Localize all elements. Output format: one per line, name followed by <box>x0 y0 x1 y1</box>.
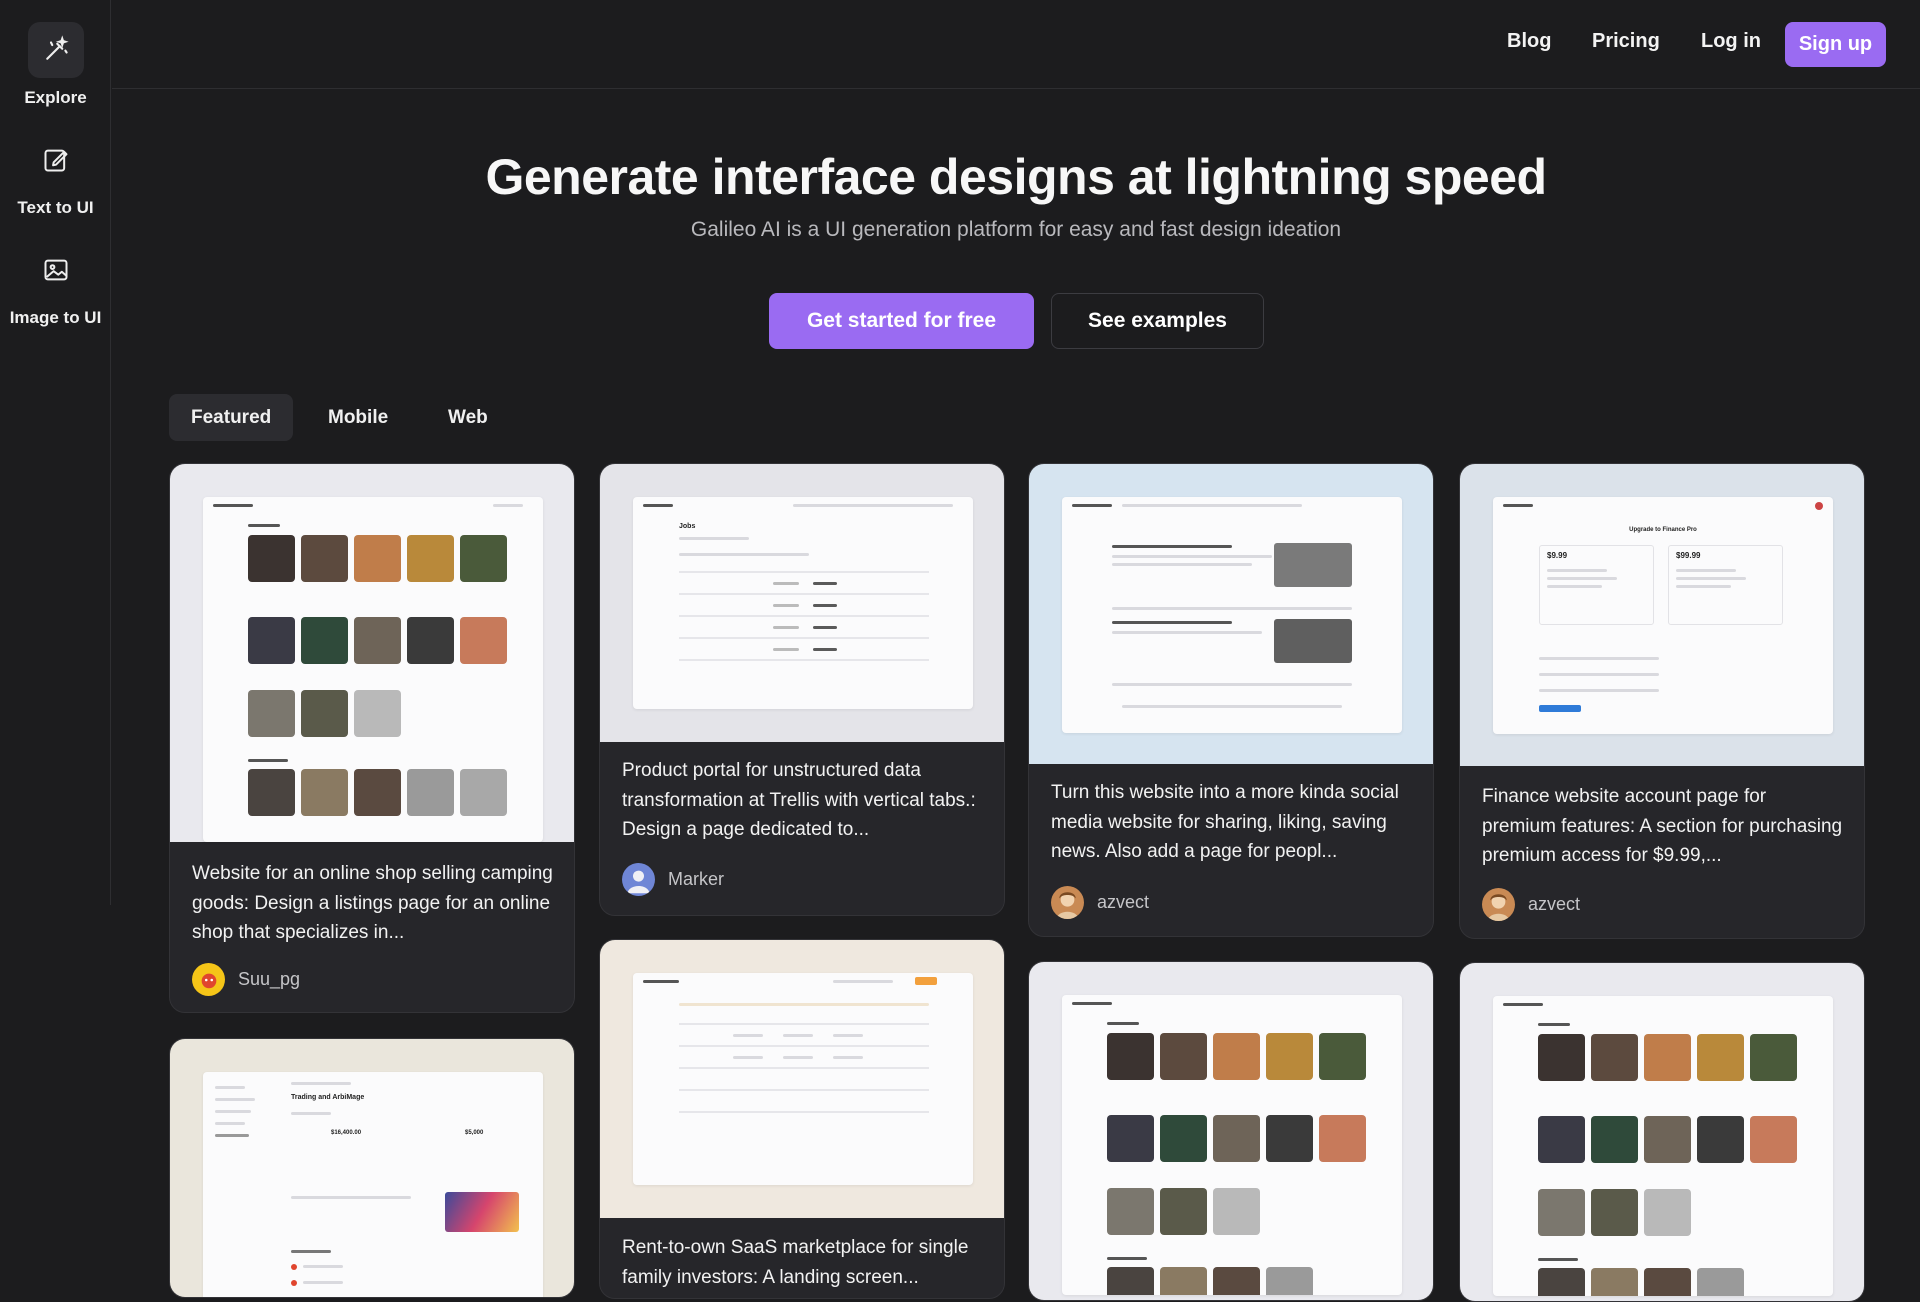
preview-value: $16,400.00 <box>331 1130 362 1136</box>
tab-featured[interactable]: Featured <box>169 394 294 441</box>
sidebar: Explore Text to UI Image to UI <box>0 0 111 905</box>
hero-title: Generate interface designs at lightning … <box>485 149 1547 205</box>
design-card-trading[interactable]: Trading and ArbiMage $16,400.00 $5,000 <box>169 1038 575 1298</box>
preview-page <box>1062 497 1402 733</box>
sidebar-item-label: Image to UI <box>9 308 102 327</box>
sidebar-item-text-to-ui[interactable]: Text to UI <box>0 132 111 218</box>
design-card-finance-account[interactable]: Upgrade to Finance Pro $9.99 $99.99 Fina… <box>1459 463 1865 939</box>
card-description: Website for an online shop selling campi… <box>192 863 553 943</box>
get-started-button[interactable]: Get started for free <box>769 293 1034 349</box>
card-preview-image: Trading and ArbiMage $16,400.00 $5,000 <box>170 1039 574 1297</box>
avatar <box>622 863 655 896</box>
design-card-camping-shop[interactable]: Website for an online shop selling campi… <box>169 463 575 1013</box>
card-author: Suu_pg <box>192 963 300 996</box>
edit-icon <box>28 132 84 188</box>
image-icon <box>28 242 84 298</box>
card-author: Marker <box>622 863 724 896</box>
design-card-social-news[interactable]: Turn this website into a more kinda soci… <box>1028 463 1434 937</box>
design-card-camping-shop-3[interactable] <box>1459 962 1865 1302</box>
preview-heading: Jobs <box>679 523 696 530</box>
card-preview-image <box>600 940 1004 1218</box>
sidebar-item-label: Explore <box>24 88 87 107</box>
signup-button[interactable]: Sign up <box>1785 22 1886 67</box>
card-description: Product portal for unstructured data tra… <box>622 760 976 840</box>
avatar <box>1482 888 1515 921</box>
sidebar-item-image-to-ui[interactable]: Image to UI <box>0 242 111 328</box>
preview-price: $9.99 <box>1547 551 1568 560</box>
author-name: Marker <box>668 869 725 889</box>
preview-page <box>1062 995 1402 1295</box>
nav-link-login[interactable]: Log in <box>1701 30 1761 53</box>
card-author: azvect <box>1051 886 1149 919</box>
magic-wand-icon <box>27 22 84 78</box>
preview-page <box>633 973 973 1185</box>
card-preview-image <box>1460 963 1864 1301</box>
preview-heading: Trading and ArbiMage <box>291 1094 365 1101</box>
card-preview-image <box>1029 464 1433 764</box>
preview-page: Trading and ArbiMage $16,400.00 $5,000 <box>203 1072 543 1297</box>
preview-page <box>203 497 543 842</box>
card-preview-image: Jobs <box>600 464 1004 742</box>
sidebar-item-label: Text to UI <box>17 198 94 217</box>
see-examples-button[interactable]: See examples <box>1051 293 1264 349</box>
card-description: Finance website account page for premium… <box>1482 786 1843 866</box>
preview-price: $99.99 <box>1676 551 1701 560</box>
design-card-camping-shop-2[interactable] <box>1028 961 1434 1301</box>
card-description: Turn this website into a more kinda soci… <box>1051 782 1399 862</box>
nav-link-blog[interactable]: Blog <box>1507 30 1551 53</box>
sidebar-item-explore[interactable]: Explore <box>0 22 111 108</box>
design-card-rent-to-own[interactable]: Rent-to-own SaaS marketplace for single … <box>599 939 1005 1299</box>
nav-link-pricing[interactable]: Pricing <box>1592 30 1660 53</box>
preview-page: Jobs <box>633 497 973 709</box>
author-name: azvect <box>1097 892 1150 912</box>
card-preview-image: Upgrade to Finance Pro $9.99 $99.99 <box>1460 464 1864 766</box>
preview-heading: Upgrade to Finance Pro <box>1629 527 1697 533</box>
card-preview-image <box>1029 962 1433 1300</box>
author-name: azvect <box>1528 894 1581 914</box>
tab-mobile[interactable]: Mobile <box>306 394 410 441</box>
card-preview-image <box>170 464 574 842</box>
card-description: Rent-to-own SaaS marketplace for single … <box>622 1237 969 1288</box>
preview-page <box>1493 996 1833 1296</box>
tab-web[interactable]: Web <box>426 394 510 441</box>
card-author: azvect <box>1482 888 1580 921</box>
preview-page: Upgrade to Finance Pro $9.99 $99.99 <box>1493 497 1833 734</box>
design-card-trellis-portal[interactable]: Jobs Product portal for unstructured dat… <box>599 463 1005 916</box>
avatar <box>1051 886 1084 919</box>
preview-value: $5,000 <box>465 1130 484 1136</box>
avatar <box>192 963 225 996</box>
hero-subtitle: Galileo AI is a UI generation platform f… <box>690 218 1342 241</box>
author-name: Suu_pg <box>238 969 301 989</box>
